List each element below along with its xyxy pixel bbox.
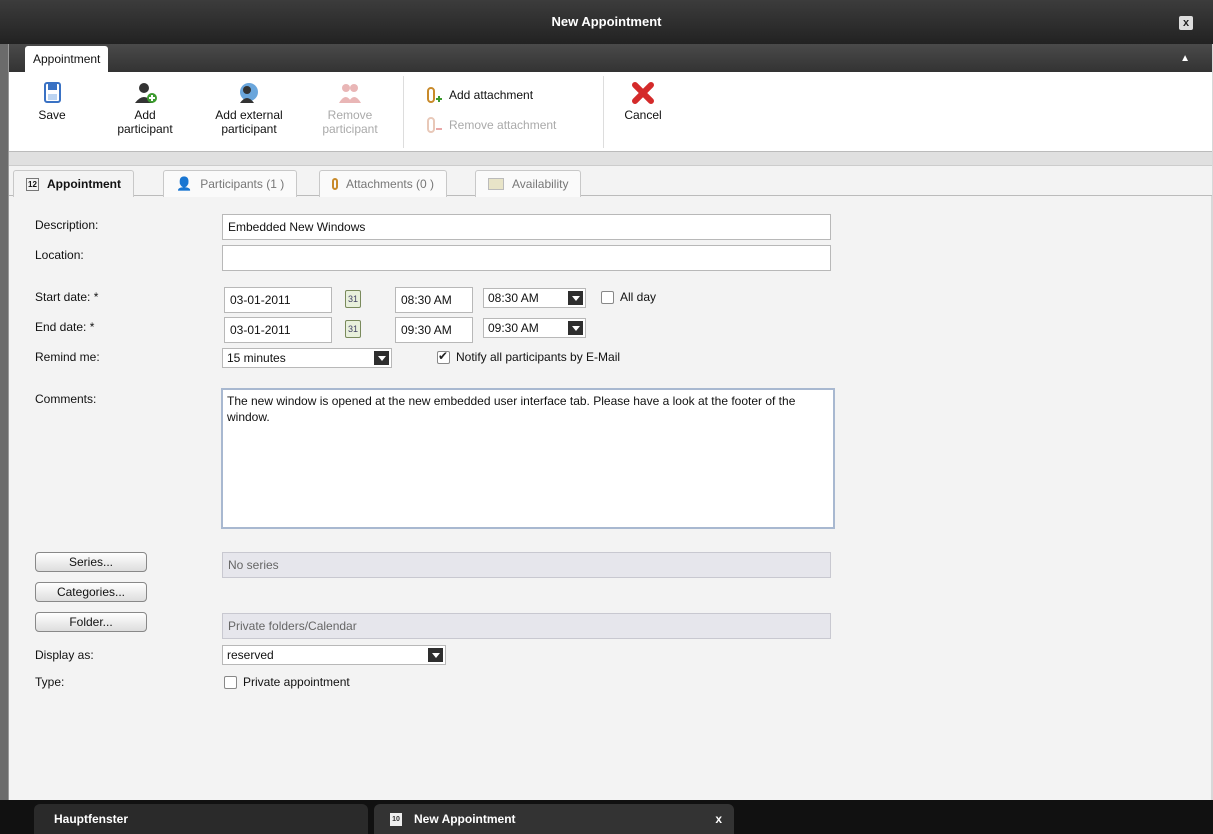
description-input[interactable]: Embedded New Windows (222, 214, 831, 240)
location-label: Location: (35, 248, 84, 262)
remind-label: Remind me: (35, 350, 100, 364)
cancel-x-icon (632, 82, 654, 104)
remind-select[interactable]: 15 minutes (222, 348, 392, 368)
window-title: New Appointment (551, 14, 662, 29)
cancel-button[interactable]: Cancel (613, 72, 673, 122)
dropdown-arrow-icon (568, 321, 583, 335)
notify-checkbox[interactable]: Notify all participants by E-Mail (437, 349, 621, 364)
toolbar-spacer (9, 152, 1212, 166)
remove-attachment-button: Remove attachment (425, 116, 556, 134)
end-date-input[interactable]: 03-01-2011 (224, 317, 332, 343)
description-label: Description: (35, 218, 99, 232)
tab-attachments[interactable]: Attachments (0 ) (319, 170, 448, 197)
all-day-label: All day (620, 290, 657, 304)
remove-attachment-label: Remove attachment (449, 118, 557, 132)
comments-textarea[interactable]: The new window is opened at the new embe… (221, 388, 835, 529)
dropdown-arrow-icon (428, 648, 443, 662)
add-external-participant-button[interactable]: Add external participant (205, 72, 293, 136)
appointment-window: Appointment ▲ Save Add participant Add e… (8, 44, 1212, 800)
ribbon-tab-row: Appointment ▲ (9, 44, 1212, 72)
categories-button[interactable]: Categories... (35, 582, 147, 602)
start-time-select-value: 08:30 AM (488, 291, 539, 305)
remove-users-icon (339, 84, 361, 103)
end-date-picker-icon[interactable]: 31 (345, 320, 361, 338)
window-close-icon[interactable]: x (1179, 16, 1193, 30)
comments-label: Comments: (35, 392, 97, 406)
taskbar-main-label: Hauptfenster (54, 812, 129, 826)
external-user-icon (240, 83, 258, 103)
add-attachment-label: Add attachment (449, 88, 534, 102)
user-icon: 👤 (176, 176, 193, 191)
tab-appointment-label: Appointment (47, 177, 121, 191)
save-label: Save (38, 108, 66, 122)
paperclip-remove-icon (427, 117, 442, 133)
start-time-select[interactable]: 08:30 AM (483, 288, 586, 308)
private-checkbox[interactable]: Private appointment (224, 675, 350, 689)
checkbox-checked-icon (437, 349, 450, 364)
add-participant-button[interactable]: Add participant (107, 72, 183, 136)
checkbox-icon (601, 290, 614, 304)
paperclip-icon (332, 178, 338, 190)
end-time-input[interactable]: 09:30 AM (395, 317, 473, 343)
add-participant-label-1: Add (134, 108, 156, 122)
tab-availability[interactable]: Availability (475, 170, 582, 197)
type-label: Type: (35, 675, 65, 689)
tab-participants-label: Participants (1 ) (200, 177, 285, 191)
floppy-disk-icon (44, 82, 61, 103)
tab-availability-label: Availability (512, 177, 569, 191)
remove-participant-button: Remove participant (313, 72, 387, 136)
end-time-select-value: 09:30 AM (488, 321, 539, 335)
folder-button[interactable]: Folder... (35, 612, 147, 632)
calendar-icon: 12 (26, 177, 39, 191)
tab-appointment[interactable]: 12 Appointment (13, 170, 134, 197)
taskbar-current-label: New Appointment (414, 812, 516, 826)
end-time-select[interactable]: 09:30 AM (483, 318, 586, 338)
tab-participants[interactable]: 👤 Participants (1 ) (163, 170, 298, 197)
dropdown-arrow-icon (374, 351, 389, 365)
taskbar: Hauptfenster 10 New Appointment x (0, 800, 1213, 834)
add-participant-label-2: participant (117, 122, 173, 136)
appointment-tabs: 12 Appointment 👤 Participants (1 ) Attac… (9, 166, 1212, 197)
remove-participant-label-2: participant (322, 122, 378, 136)
window-titlebar: New Appointment x (0, 0, 1213, 44)
notify-label: Notify all participants by E-Mail (456, 350, 621, 364)
collapse-ribbon-icon[interactable]: ▲ (1180, 53, 1190, 64)
series-button[interactable]: Series... (35, 552, 147, 572)
taskbar-tab-new-appointment[interactable]: 10 New Appointment x (374, 804, 734, 834)
toolbar: Save Add participant Add external partic… (9, 72, 1212, 152)
cancel-label: Cancel (624, 108, 662, 122)
toolbar-divider (403, 76, 404, 148)
ribbon-tab-appointment[interactable]: Appointment (25, 46, 109, 72)
display-as-value: reserved (227, 648, 274, 662)
calendar-icon: 10 (390, 813, 402, 826)
start-date-label: Start date: * (35, 290, 99, 304)
save-button[interactable]: Save (27, 72, 77, 122)
end-date-label: End date: * (35, 320, 95, 334)
toolbar-divider (603, 76, 604, 148)
add-attachment-button[interactable]: Add attachment (425, 86, 533, 104)
location-input[interactable] (222, 245, 831, 271)
taskbar-close-icon[interactable]: x (715, 804, 722, 834)
paperclip-add-icon (427, 87, 442, 103)
taskbar-tab-main[interactable]: Hauptfenster (34, 804, 368, 834)
add-external-label-2: participant (221, 122, 277, 136)
start-date-input[interactable]: 03-01-2011 (224, 287, 332, 313)
series-value: No series (222, 552, 831, 578)
add-user-icon (135, 83, 157, 103)
display-as-label: Display as: (35, 648, 94, 662)
folder-value: Private folders/Calendar (222, 613, 831, 639)
all-day-checkbox[interactable]: All day (601, 290, 656, 304)
grid-calendar-icon (488, 178, 504, 190)
remove-participant-label-1: Remove (327, 108, 373, 122)
start-time-input[interactable]: 08:30 AM (395, 287, 473, 313)
display-as-select[interactable]: reserved (222, 645, 446, 665)
checkbox-icon (224, 675, 237, 689)
add-external-label-1: Add external (215, 108, 283, 122)
start-date-picker-icon[interactable]: 31 (345, 290, 361, 308)
tab-attachments-label: Attachments (0 ) (346, 177, 435, 191)
dropdown-arrow-icon (568, 291, 583, 305)
remind-select-value: 15 minutes (227, 351, 286, 365)
private-label: Private appointment (243, 675, 350, 689)
